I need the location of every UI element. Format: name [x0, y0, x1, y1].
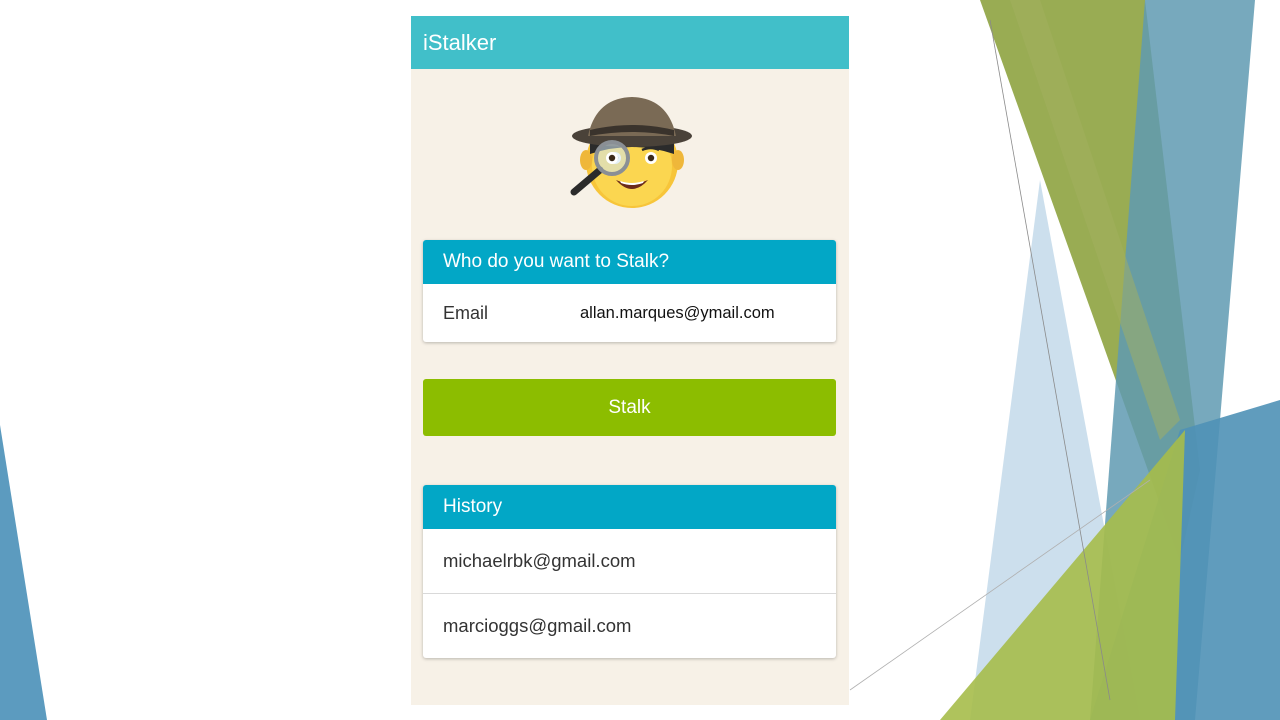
history-item[interactable]: marcioggs@gmail.com — [423, 593, 836, 658]
app-bar: iStalker — [411, 16, 849, 69]
search-card-title: Who do you want to Stalk? — [443, 251, 670, 272]
app-screen: iStalker Who do you want to Stalk? Email… — [411, 16, 849, 705]
history-item-email: marcioggs@gmail.com — [443, 615, 632, 636]
history-card: History michaelrbk@gmail.com marcioggs@g… — [423, 485, 836, 658]
email-row: Email — [423, 284, 836, 342]
search-card-header: Who do you want to Stalk? — [423, 240, 836, 284]
history-item-email: michaelrbk@gmail.com — [443, 550, 636, 571]
detective-icon — [570, 97, 692, 208]
email-label: Email — [443, 302, 489, 323]
history-item[interactable]: michaelrbk@gmail.com — [423, 529, 836, 593]
search-card: Who do you want to Stalk? Email — [423, 240, 836, 342]
stalk-button[interactable]: Stalk — [423, 379, 836, 436]
history-card-header: History — [423, 485, 836, 529]
history-card-title: History — [443, 496, 503, 517]
app-title: iStalker — [423, 29, 497, 55]
stalk-button-label: Stalk — [608, 396, 651, 418]
email-field[interactable] — [580, 303, 820, 323]
